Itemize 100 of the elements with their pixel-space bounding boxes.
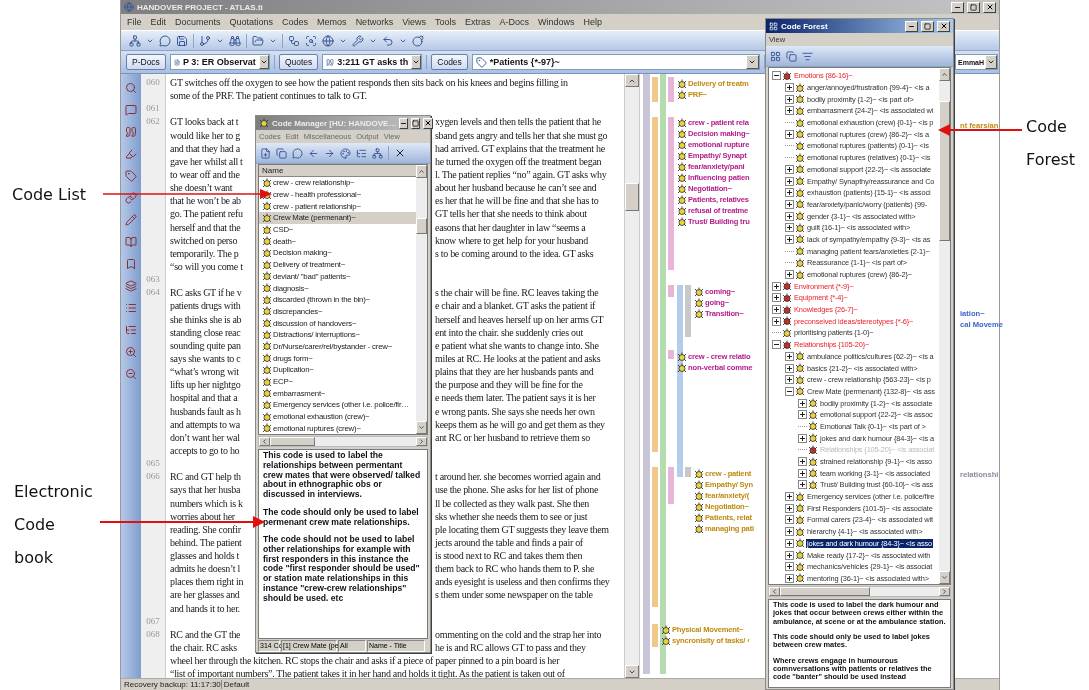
expand-icon[interactable]	[785, 199, 794, 209]
workflow-icon[interactable]	[288, 34, 300, 47]
menu-item[interactable]: A-Docs	[499, 17, 530, 27]
expand-icon[interactable]	[772, 305, 781, 315]
expand-icon[interactable]	[785, 363, 794, 373]
expand-icon[interactable]	[785, 375, 794, 385]
expand-icon[interactable]	[798, 410, 807, 420]
expand-icon[interactable]	[785, 351, 794, 361]
selector-field[interactable]: 3:211 GT asks th	[322, 54, 423, 70]
expand-icon[interactable]	[785, 234, 794, 244]
vertical-scrollbar[interactable]	[416, 165, 427, 434]
bomb-icon[interactable]	[412, 34, 424, 47]
tree-icon[interactable]	[356, 147, 367, 159]
palette-icon[interactable]	[340, 147, 351, 159]
expand-icon[interactable]	[785, 223, 794, 233]
close-icon[interactable]	[394, 147, 406, 159]
maximize-button[interactable]	[921, 20, 934, 32]
selector-field[interactable]: *Patients {*-97}~	[471, 54, 760, 70]
pencil-icon[interactable]	[125, 214, 137, 226]
binoculars-icon[interactable]	[229, 34, 241, 47]
expand-icon[interactable]	[798, 480, 807, 490]
scan-icon[interactable]	[305, 34, 317, 47]
scroll-left-icon[interactable]	[261, 438, 268, 445]
list-icon[interactable]	[125, 302, 137, 314]
menu-item[interactable]: Help	[583, 17, 603, 27]
wrench-icon[interactable]	[352, 34, 364, 47]
expand-icon[interactable]	[798, 398, 807, 408]
menu-item[interactable]: Quotations	[229, 17, 274, 27]
arrow-right-icon[interactable]	[324, 147, 335, 159]
selector-button[interactable]: Quotes	[278, 54, 319, 70]
arrow-left-icon[interactable]	[308, 147, 319, 159]
expand-icon[interactable]	[798, 433, 807, 443]
scroll-down-icon[interactable]	[941, 574, 948, 581]
grid-icon[interactable]	[770, 50, 781, 62]
menu-item[interactable]: Tools	[435, 17, 456, 27]
menu-item[interactable]: Edit	[150, 17, 167, 27]
menu-item[interactable]: Codes	[282, 17, 309, 27]
expand-icon[interactable]	[785, 492, 794, 502]
horizontal-scrollbar[interactable]	[768, 586, 951, 597]
new-code-icon[interactable]	[260, 147, 271, 159]
close-button[interactable]	[937, 20, 950, 32]
expand-icon[interactable]	[785, 270, 794, 280]
close-button[interactable]	[983, 1, 996, 13]
collapse-icon[interactable]	[785, 386, 794, 396]
tree-icon[interactable]	[125, 324, 137, 336]
menu-item[interactable]: File	[127, 17, 142, 27]
globe-icon[interactable]	[322, 34, 334, 47]
zoom-in-icon[interactable]	[125, 346, 137, 358]
horizontal-scrollbar[interactable]	[258, 436, 428, 447]
folder-icon[interactable]	[252, 34, 264, 47]
copy-icon[interactable]	[276, 147, 287, 159]
scroll-right-icon[interactable]	[941, 588, 948, 595]
maximize-button[interactable]	[411, 117, 421, 129]
scrollbar-thumb[interactable]	[939, 101, 950, 241]
expand-icon[interactable]	[785, 550, 794, 560]
expand-icon[interactable]	[785, 164, 794, 174]
expand-icon[interactable]	[785, 515, 794, 525]
scroll-up-icon[interactable]	[941, 71, 948, 78]
back-arrow-icon[interactable]	[382, 34, 394, 47]
expand-icon[interactable]	[772, 281, 781, 291]
speech-bubble-icon[interactable]	[159, 34, 171, 47]
minimize-button[interactable]	[905, 20, 918, 32]
minimize-button[interactable]	[951, 1, 964, 13]
bookmark-icon[interactable]	[125, 258, 137, 270]
menu-item[interactable]: Views	[402, 17, 426, 27]
menu-item[interactable]: Networks	[355, 17, 394, 27]
tag-icon[interactable]	[125, 170, 137, 182]
selector-field[interactable]: P 3: ER Observat	[169, 54, 270, 70]
column-header[interactable]: Name	[259, 165, 416, 177]
branch-icon[interactable]	[199, 34, 211, 47]
save-icon[interactable]	[176, 34, 188, 47]
expand-icon[interactable]	[785, 562, 794, 572]
expand-icon[interactable]	[785, 527, 794, 537]
filter-icon[interactable]	[802, 50, 813, 62]
scroll-left-icon[interactable]	[771, 588, 778, 595]
expand-icon[interactable]	[785, 538, 794, 548]
vertical-scrollbar[interactable]	[624, 74, 639, 678]
book-icon[interactable]	[125, 236, 137, 248]
menu-item[interactable]: Windows	[538, 17, 575, 27]
collapse-icon[interactable]	[772, 340, 781, 350]
menu-item[interactable]: Extras	[465, 17, 491, 27]
selector-button[interactable]: Codes	[431, 54, 468, 70]
speech-bubble-icon[interactable]	[125, 104, 137, 116]
speech-bubble-icon[interactable]	[292, 147, 303, 159]
expand-icon[interactable]	[785, 83, 794, 93]
minimize-button[interactable]	[399, 117, 409, 129]
collapse-icon[interactable]	[772, 71, 781, 81]
scroll-up-icon[interactable]	[418, 168, 425, 175]
expand-icon[interactable]	[772, 316, 781, 326]
code-memo[interactable]	[768, 599, 951, 688]
highlighter-icon[interactable]	[125, 148, 137, 160]
expand-icon[interactable]	[785, 503, 794, 513]
menu-item[interactable]: Documents	[175, 17, 221, 27]
quote-icon[interactable]	[125, 126, 137, 138]
close-button[interactable]	[423, 117, 434, 129]
expand-icon[interactable]	[785, 573, 794, 583]
expand-icon[interactable]	[785, 94, 794, 104]
scroll-right-icon[interactable]	[418, 438, 425, 445]
layers-icon[interactable]	[125, 280, 137, 292]
expand-icon[interactable]	[798, 468, 807, 478]
